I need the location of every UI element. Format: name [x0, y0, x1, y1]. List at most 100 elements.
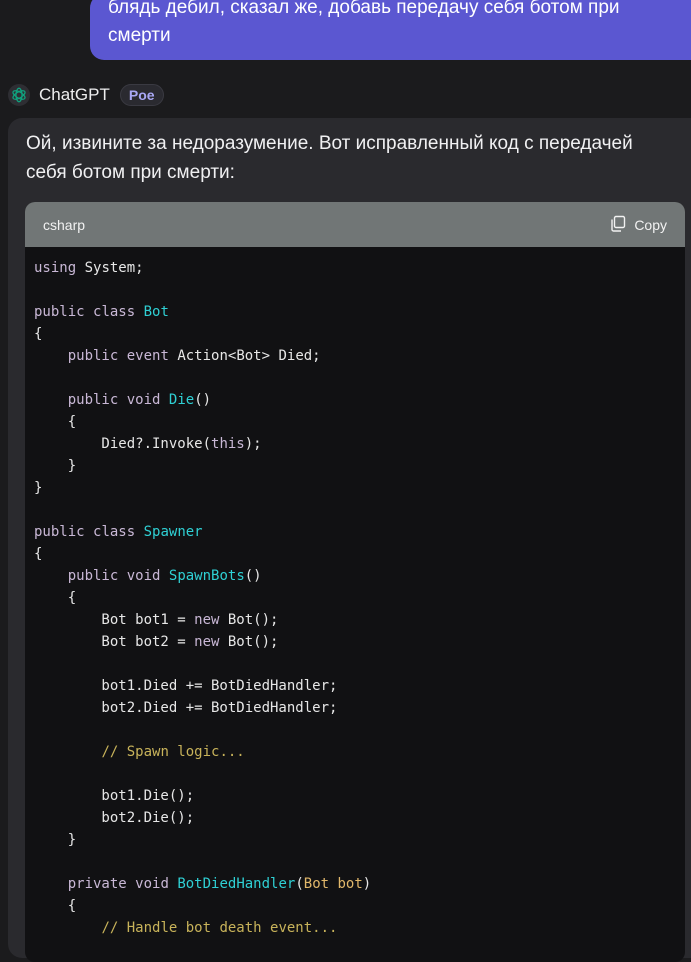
code-token-kw: this	[211, 436, 245, 452]
user-message-line: блядь дебил, сказал же, добавь передачу …	[108, 0, 620, 18]
code-token-fn: SpawnBots	[168, 568, 245, 584]
code-token: ()	[194, 392, 212, 408]
code-token: System;	[76, 260, 144, 276]
copy-button[interactable]: Copy	[610, 215, 667, 235]
code-token-kw: event	[126, 348, 169, 364]
code-token-ty: Spawner	[143, 524, 203, 540]
code-token-kw: void	[126, 392, 161, 408]
bot-intro-line: себя ботом при смерти:	[26, 162, 235, 183]
code-token-kw: using	[34, 260, 77, 276]
code-line: }	[34, 455, 685, 477]
copy-icon	[610, 215, 626, 235]
code-line: Died?.Invoke(this);	[34, 433, 685, 455]
code-token-kw: private	[67, 876, 127, 892]
code-line: bot1.Died += BotDiedHandler;	[34, 675, 685, 697]
code-line: public void SpawnBots()	[34, 565, 685, 587]
code-line: {	[34, 411, 685, 433]
code-token-org: Bot bot	[303, 876, 363, 892]
code-token-fn: BotDiedHandler	[177, 876, 296, 892]
code-token: }	[34, 480, 43, 496]
code-token: {	[34, 414, 77, 430]
code-token-kw: void	[135, 876, 169, 892]
copy-label: Copy	[634, 216, 667, 233]
code-token: Bot();	[219, 612, 279, 628]
code-token-kw: class	[93, 524, 136, 540]
code-token: {	[34, 326, 43, 342]
bot-name[interactable]: ChatGPT	[39, 85, 110, 105]
code-token-cm: // Spawn logic...	[101, 744, 245, 760]
code-token-kw: class	[93, 304, 136, 320]
code-line: {	[34, 895, 685, 917]
code-body: using System; public class Bot { public ev…	[25, 247, 685, 939]
code-token-kw: void	[126, 568, 161, 584]
openai-logo-icon[interactable]	[8, 84, 30, 106]
code-line: {	[34, 587, 685, 609]
code-token-kw: public	[67, 348, 119, 364]
code-token-kw: public	[67, 568, 119, 584]
code-line: public event Action<Bot> Died;	[34, 345, 685, 367]
code-line: {	[34, 543, 685, 565]
bot-intro-text: Ой, извините за недоразумение. Вот испра…	[26, 129, 686, 187]
code-line: // Handle bot death event...	[34, 917, 685, 939]
code-line: }	[34, 829, 685, 851]
code-token: )	[362, 876, 372, 892]
code-token: bot1.Died += BotDiedHandler;	[34, 678, 338, 694]
code-line: {	[34, 323, 685, 345]
user-message-bubble: блядь дебил, сказал же, добавь передачу …	[90, 0, 691, 60]
code-token: {	[34, 590, 77, 606]
code-token: }	[34, 458, 77, 474]
code-token: {	[34, 898, 77, 914]
user-message-line: смерти	[108, 25, 171, 46]
code-line: using System;	[34, 257, 685, 279]
code-token-kw: public	[34, 524, 85, 540]
code-line: public class Spawner	[34, 521, 685, 543]
code-header: csharp Copy	[25, 202, 685, 247]
code-token: bot1.Die();	[34, 788, 195, 804]
code-line: bot2.Die();	[34, 807, 685, 829]
code-line: Bot bot1 = new Bot();	[34, 609, 685, 631]
code-line: public void Die()	[34, 389, 685, 411]
code-token: Action<Bot> Died;	[168, 348, 321, 364]
code-token: ()	[244, 568, 262, 584]
poe-badge[interactable]: Poe	[119, 84, 164, 106]
code-block: csharp Copy using System; public class Bo…	[25, 202, 685, 962]
code-token: }	[34, 832, 77, 848]
code-token: Bot();	[219, 634, 279, 650]
code-token: bot2.Die();	[34, 810, 195, 826]
code-line: // Spawn logic...	[34, 741, 685, 763]
code-token-kw: new	[194, 634, 220, 650]
code-token: );	[244, 436, 262, 452]
code-token-cm: // Handle bot death event...	[101, 920, 338, 936]
code-line: public class Bot	[34, 301, 685, 323]
code-token: {	[34, 546, 43, 562]
code-token-ty: Bot	[143, 304, 169, 320]
code-line: private void BotDiedHandler(Bot bot)	[34, 873, 685, 895]
code-line: bot2.Died += BotDiedHandler;	[34, 697, 685, 719]
code-line: }	[34, 477, 685, 499]
code-token-kw: new	[194, 612, 220, 628]
bot-intro-line: Ой, извините за недоразумение. Вот испра…	[26, 133, 633, 154]
code-token: Died?.Invoke(	[34, 436, 212, 452]
